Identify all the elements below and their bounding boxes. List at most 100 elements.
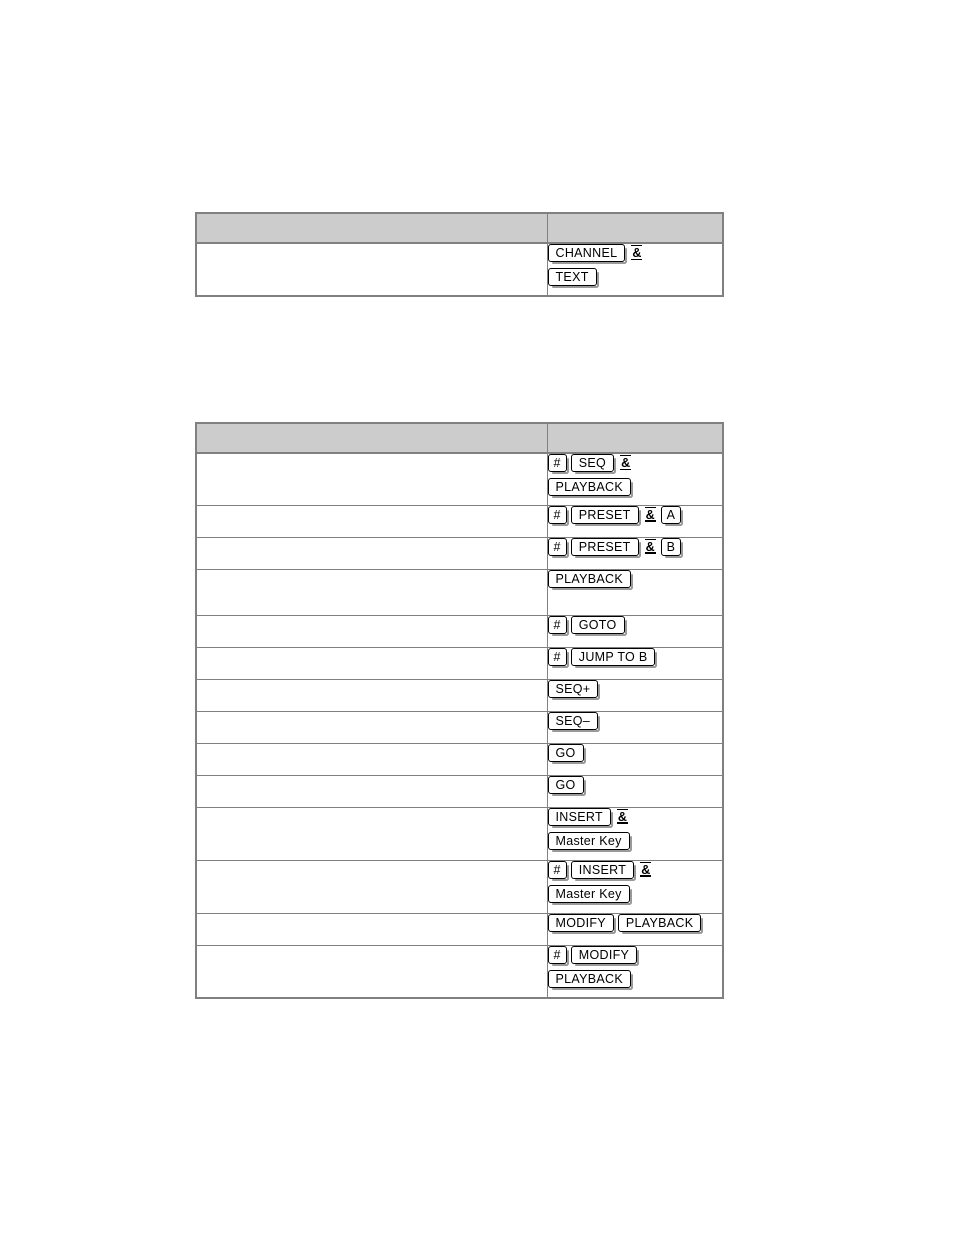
row-key-sequence-cell: GO <box>546 774 724 808</box>
key-button[interactable]: PLAYBACK <box>547 969 634 990</box>
key-button[interactable]: JUMP TO B <box>570 647 658 668</box>
key-button[interactable]: MODIFY <box>570 945 640 966</box>
key-sequence-line: PLAYBACK <box>547 478 723 501</box>
table-row: MODIFY PLAYBACK <box>195 912 724 946</box>
key-button[interactable]: Master Key <box>547 884 632 905</box>
table-header-row <box>195 422 724 454</box>
key-sequence-line: SEQ– <box>547 711 723 735</box>
table-header-row <box>195 212 724 244</box>
description-column-header <box>195 422 548 454</box>
key-button[interactable]: PLAYBACK <box>547 478 634 498</box>
key-button[interactable]: # <box>547 860 570 881</box>
key-button[interactable]: GO <box>547 743 586 764</box>
row-key-sequence-cell: CHANNEL & TEXT <box>546 242 724 297</box>
key-sequence-line: # INSERT & <box>547 860 723 884</box>
row-description-cell <box>195 568 548 616</box>
key-sequence-line: Master Key <box>547 884 723 908</box>
key-sequence-line: # SEQ & <box>547 454 723 477</box>
key-combine-ampersand: & <box>644 538 656 554</box>
table-row: GO <box>195 742 724 776</box>
row-description-cell <box>195 614 548 648</box>
table-row: SEQ+ <box>195 678 724 712</box>
key-sequence-line: INSERT & <box>547 807 723 831</box>
key-button[interactable]: SEQ <box>570 454 617 474</box>
row-description-cell <box>195 646 548 680</box>
key-button[interactable]: SEQ– <box>547 711 600 732</box>
key-button[interactable]: PRESET <box>570 537 641 558</box>
table-playback-sequence: # SEQ & PLAYBACK # PRESET & A # PRESET & B PLAYBACK #… <box>195 422 724 999</box>
key-button[interactable]: # <box>547 537 570 558</box>
key-combine-ampersand: & <box>616 808 628 824</box>
key-combine-ampersand: & <box>620 455 632 471</box>
key-button[interactable]: PRESET <box>570 505 641 526</box>
row-description-cell <box>195 710 548 744</box>
key-button[interactable]: PLAYBACK <box>617 913 704 934</box>
key-button[interactable]: B <box>660 537 683 558</box>
key-sequence-line: # JUMP TO B <box>547 647 723 671</box>
key-sequence-line: # PRESET & B <box>547 537 723 561</box>
row-description-cell <box>195 452 548 506</box>
key-button[interactable]: INSERT <box>547 807 614 828</box>
row-description-cell <box>195 774 548 808</box>
key-sequence-line: # GOTO <box>547 615 723 639</box>
row-key-sequence-cell: PLAYBACK <box>546 568 724 616</box>
row-key-sequence-cell: # GOTO <box>546 614 724 648</box>
row-key-sequence-cell: # MODIFY PLAYBACK <box>546 944 724 999</box>
row-description-cell <box>195 944 548 999</box>
row-key-sequence-cell: SEQ– <box>546 710 724 744</box>
key-button[interactable]: # <box>547 945 570 966</box>
key-button[interactable]: GOTO <box>570 615 627 636</box>
table-row: INSERT & Master Key <box>195 806 724 861</box>
key-button[interactable]: INSERT <box>570 860 637 881</box>
key-button[interactable]: PLAYBACK <box>547 569 634 590</box>
key-button[interactable]: # <box>547 647 570 668</box>
key-sequence-line: TEXT <box>547 268 723 291</box>
row-key-sequence-cell: # INSERT & Master Key <box>546 859 724 914</box>
row-description-cell <box>195 242 548 297</box>
row-key-sequence-cell: # PRESET & A <box>546 504 724 538</box>
table-row: SEQ– <box>195 710 724 744</box>
row-key-sequence-cell: # SEQ & PLAYBACK <box>546 452 724 506</box>
key-button[interactable]: # <box>547 454 570 474</box>
table-text-channel: CHANNEL & TEXT <box>195 212 724 297</box>
key-button[interactable]: GO <box>547 775 586 796</box>
keys-column-header <box>546 212 724 244</box>
key-sequence-line: PLAYBACK <box>547 969 723 993</box>
row-description-cell <box>195 504 548 538</box>
key-sequence-line: # MODIFY <box>547 945 723 969</box>
key-button[interactable]: TEXT <box>547 268 599 288</box>
table-row: CHANNEL & TEXT <box>195 242 724 297</box>
table-row: # SEQ & PLAYBACK <box>195 452 724 506</box>
key-sequence-line: SEQ+ <box>547 679 723 703</box>
row-description-cell <box>195 742 548 776</box>
row-key-sequence-cell: SEQ+ <box>546 678 724 712</box>
row-description-cell <box>195 859 548 914</box>
key-combine-ampersand: & <box>644 506 656 522</box>
table-row: # GOTO <box>195 614 724 648</box>
row-key-sequence-cell: GO <box>546 742 724 776</box>
table-row: # MODIFY PLAYBACK <box>195 944 724 999</box>
row-description-cell <box>195 806 548 861</box>
row-description-cell <box>195 678 548 712</box>
key-button[interactable]: # <box>547 505 570 526</box>
table-row: GO <box>195 774 724 808</box>
key-sequence-line: GO <box>547 743 723 767</box>
table-row: # PRESET & A <box>195 504 724 538</box>
document-page: CHANNEL & TEXT # SEQ & PLAYBACK # PRESET & A # PRESE… <box>0 0 954 1235</box>
key-button[interactable]: CHANNEL <box>547 244 628 264</box>
key-sequence-line: Master Key <box>547 831 723 855</box>
keys-column-header <box>546 422 724 454</box>
key-button[interactable]: Master Key <box>547 831 632 852</box>
key-sequence-line: # PRESET & A <box>547 505 723 529</box>
key-button[interactable]: A <box>660 505 683 526</box>
row-key-sequence-cell: # JUMP TO B <box>546 646 724 680</box>
key-sequence-line: CHANNEL & <box>547 244 723 267</box>
table-row: # JUMP TO B <box>195 646 724 680</box>
key-sequence-line: GO <box>547 775 723 799</box>
key-button[interactable]: SEQ+ <box>547 679 601 700</box>
row-key-sequence-cell: # PRESET & B <box>546 536 724 570</box>
key-combine-ampersand: & <box>631 245 643 261</box>
row-key-sequence-cell: MODIFY PLAYBACK <box>546 912 724 946</box>
key-button[interactable]: # <box>547 615 570 636</box>
key-button[interactable]: MODIFY <box>547 913 617 934</box>
